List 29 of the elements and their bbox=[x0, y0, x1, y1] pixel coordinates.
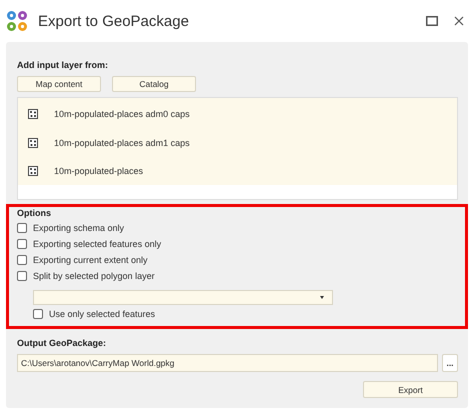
section-heading: Output GeoPackage: bbox=[17, 338, 108, 348]
window-title: Export to GeoPackage bbox=[38, 12, 190, 30]
checkbox-label: Exporting selected features only bbox=[33, 239, 162, 249]
section-heading: Options bbox=[17, 208, 52, 218]
section-heading: Add input layer from: bbox=[17, 60, 110, 70]
checkbox[interactable] bbox=[17, 223, 27, 233]
checkbox-label: Exporting schema only bbox=[33, 223, 124, 233]
checkbox-label: Exporting current extent only bbox=[33, 255, 148, 265]
maximize-icon[interactable] bbox=[426, 16, 438, 26]
checkbox[interactable] bbox=[17, 239, 27, 249]
checkbox[interactable] bbox=[17, 255, 27, 265]
layer-name[interactable]: 10m-populated-places adm1 caps bbox=[54, 138, 190, 148]
app-logo-icon bbox=[6, 10, 28, 32]
layer-name[interactable]: 10m-populated-places adm0 caps bbox=[54, 108, 190, 118]
layer-name[interactable]: 10m-populated-places bbox=[54, 166, 144, 176]
catalog-button[interactable]: Catalog bbox=[112, 76, 196, 92]
checkbox-label: Split by selected polygon layer bbox=[33, 271, 155, 281]
checkbox[interactable] bbox=[33, 308, 43, 318]
export-button[interactable]: Export bbox=[363, 381, 458, 398]
checkbox-label: Use only selected features bbox=[49, 308, 156, 318]
checkbox[interactable] bbox=[17, 271, 27, 281]
output-path-field[interactable]: C:\Users\arotanov\CarryMap World.gpkg bbox=[17, 354, 438, 372]
point-layer-icon bbox=[28, 166, 38, 176]
dropdown-caret-icon bbox=[320, 296, 324, 299]
point-layer-icon bbox=[28, 138, 38, 148]
close-icon[interactable] bbox=[454, 16, 464, 26]
map-content-button[interactable]: Map content bbox=[17, 76, 101, 92]
browse-button[interactable]: ... bbox=[442, 354, 458, 372]
point-layer-icon bbox=[28, 108, 38, 118]
